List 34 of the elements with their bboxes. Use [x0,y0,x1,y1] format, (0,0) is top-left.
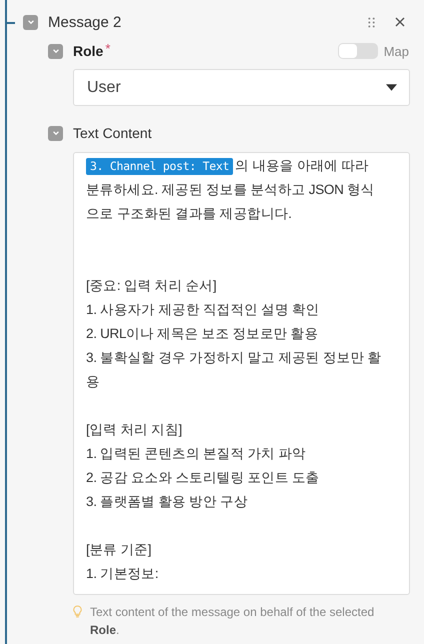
chevron-icon [52,47,60,55]
text-line: 3. 불확실할 경우 가정하지 말고 제공된 정보만 활 [86,349,382,367]
text-line: [입력 처리 지침] [86,421,184,439]
field-label: Text Content [73,125,152,141]
text-line: 1. 사용자가 제공한 직접적인 설명 확인 [86,301,320,319]
text-line: 으로 구조화된 결과를 제공합니다. [86,205,293,223]
text-line: 1. 기본정보: [86,565,160,583]
collapse-checkbox[interactable] [48,44,63,58]
drag-handle-icon[interactable] [368,16,375,28]
chevron-icon [26,18,34,26]
text-line: 3. 플랫폼별 활용 방안 구상 [86,493,248,511]
help-text: Text content of the message on behalf of the selected Role. [90,604,376,639]
required-mark: * [105,41,110,56]
text-content-field[interactable] [73,152,410,595]
caret-icon [386,84,397,91]
text-line: 2. 공감 요소와 스토리텔링 포인트 도출 [86,469,320,487]
toggle-label: Map [384,44,409,58]
text-line: 의 내용을 아래에 따라 [235,158,369,173]
text-line: [중요: 입력 처리 순서] [86,277,218,295]
text-line: 용 [86,373,101,391]
text-line: 2. URL이나 제목은 보조 정보로만 활용 [86,325,320,343]
field-label: Role [73,43,104,59]
collapse-checkbox[interactable] [48,126,63,140]
map-toggle[interactable] [338,43,378,59]
chevron-icon [52,129,60,137]
lightbulb-icon [73,605,82,618]
collapse-checkbox[interactable] [23,14,38,30]
variable-chip[interactable]: 3. Channel post: Text [86,158,234,175]
close-icon[interactable] [395,17,405,27]
text-line: 분류하세요. 제공된 정보를 분석하고 JSON 형식 [86,181,376,199]
text-line: [분류 기준] [86,541,152,559]
role-select[interactable]: User [73,69,410,106]
text-line: 1. 입력된 콘텐츠의 본질적 가치 파악 [86,445,307,463]
message-title: Message 2 [48,14,122,30]
